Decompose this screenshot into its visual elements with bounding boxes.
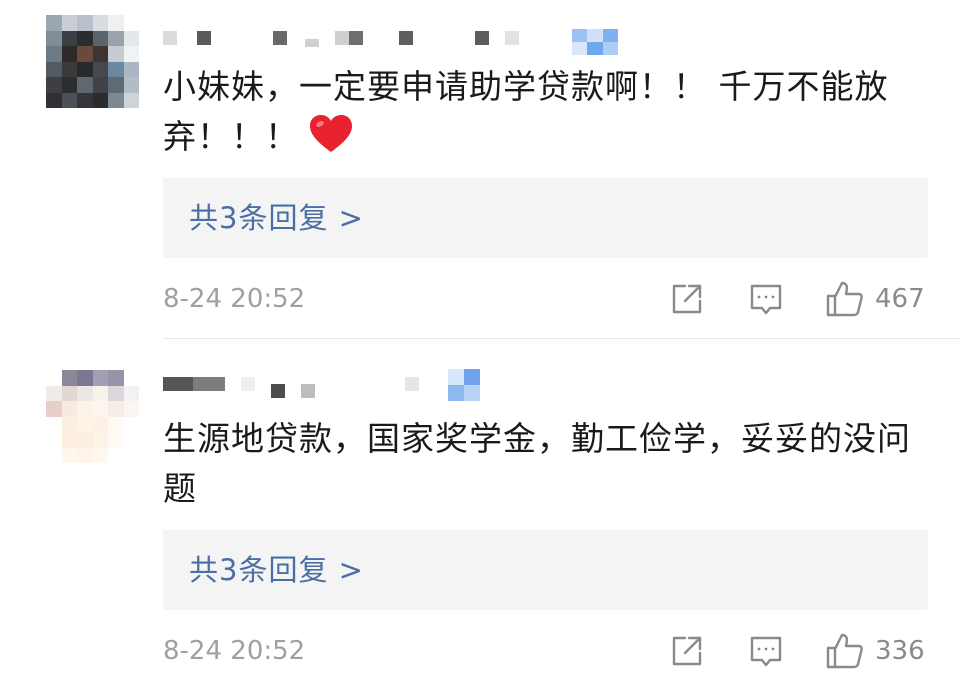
- view-replies-button[interactable]: 共3条回复 >: [163, 530, 928, 610]
- comment-item: 生源地贷款，国家奖学金，勤工俭学，妥妥的没问题 共3条回复 > 8-24 20:…: [0, 340, 960, 679]
- comment-meta: 8-24 20:52 336: [163, 631, 928, 671]
- user-badge: [448, 369, 480, 401]
- comment-text: 小妹妹，一定要申请助学贷款啊！！ 千万不能放弃！！！: [163, 62, 923, 168]
- thumbs-up-icon[interactable]: [825, 279, 865, 323]
- like-count: 467: [875, 284, 925, 314]
- view-replies-button[interactable]: 共3条回复 >: [163, 178, 928, 258]
- timestamp: 8-24 20:52: [163, 284, 306, 314]
- like-count: 336: [875, 636, 925, 666]
- share-icon[interactable]: [669, 281, 705, 321]
- comment-meta: 8-24 20:52 467: [163, 279, 928, 319]
- share-icon[interactable]: [669, 633, 705, 673]
- username-masked[interactable]: [163, 24, 519, 52]
- thumbs-up-icon[interactable]: [825, 631, 865, 675]
- heart-icon: [309, 114, 353, 168]
- comment-text: 生源地贷款，国家奖学金，勤工俭学，妥妥的没问题: [163, 419, 911, 508]
- view-replies-label: 共3条回复 >: [189, 201, 364, 235]
- timestamp: 8-24 20:52: [163, 636, 306, 666]
- comment-icon[interactable]: [748, 281, 784, 321]
- username-masked[interactable]: [163, 370, 419, 398]
- avatar[interactable]: [46, 370, 139, 463]
- comment-icon[interactable]: [748, 633, 784, 673]
- avatar[interactable]: [46, 15, 139, 108]
- comment-item: 小妹妹，一定要申请助学贷款啊！！ 千万不能放弃！！！ 共3条回复 > 8-24 …: [0, 0, 960, 338]
- comment-divider: [163, 338, 960, 339]
- view-replies-label: 共3条回复 >: [189, 553, 364, 587]
- user-badge: [572, 29, 618, 55]
